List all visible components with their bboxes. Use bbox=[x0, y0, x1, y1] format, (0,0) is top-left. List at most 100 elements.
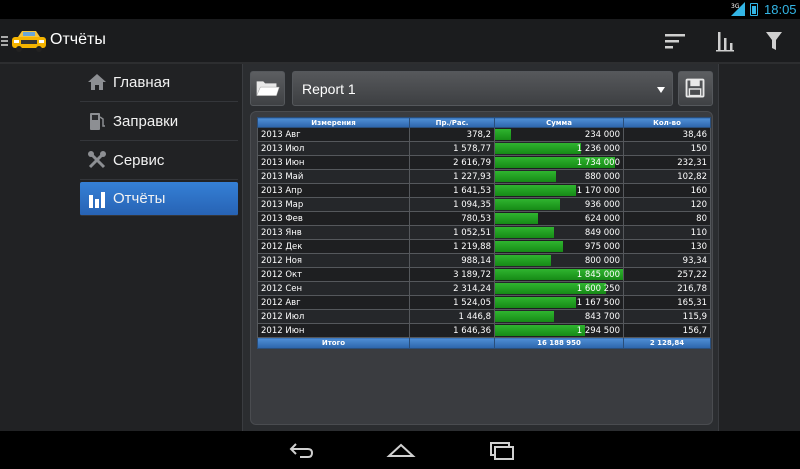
cell-qty: 120 bbox=[623, 197, 711, 212]
svg-text:3G: 3G bbox=[731, 3, 740, 10]
table-row[interactable]: 2012 Июн 1 646,36 1 294 500 156,7 bbox=[257, 323, 711, 338]
sum-value: 843 700 bbox=[584, 311, 620, 322]
total-qty: 2 128,84 bbox=[623, 337, 711, 349]
table-row[interactable]: 2012 Сен 2 314,24 1 600 250 216,78 bbox=[257, 281, 711, 296]
cell-qty: 130 bbox=[623, 239, 711, 254]
battery-icon bbox=[750, 3, 758, 16]
sum-value: 975 000 bbox=[584, 241, 620, 252]
sidebar-item-label: Отчёты bbox=[113, 190, 166, 207]
cell-rate: 1 646,36 bbox=[409, 323, 495, 338]
cell-sum: 1 294 500 bbox=[494, 323, 624, 338]
total-label: Итого bbox=[257, 337, 410, 349]
back-icon[interactable] bbox=[286, 440, 316, 460]
table-row[interactable]: 2012 Авг 1 524,05 1 167 500 165,31 bbox=[257, 295, 711, 310]
table-row[interactable]: 2013 Июл 1 578,77 1 236 000 150 bbox=[257, 141, 711, 156]
sidebar-item-fuel[interactable]: Заправки bbox=[80, 103, 238, 141]
cell-rate: 2 314,24 bbox=[409, 281, 495, 296]
sum-value: 1 294 500 bbox=[576, 325, 620, 336]
table-row[interactable]: 2012 Дек 1 219,88 975 000 130 bbox=[257, 239, 711, 254]
sidebar: Главная Заправки Сервис Отчёты bbox=[80, 64, 240, 431]
table-row[interactable]: 2012 Июл 1 446,8 843 700 115,9 bbox=[257, 309, 711, 324]
table-row[interactable]: 2012 Ноя 988,14 800 000 93,34 bbox=[257, 253, 711, 268]
recent-apps-icon[interactable] bbox=[486, 440, 516, 460]
column-header-dimension[interactable]: Измерения bbox=[257, 117, 410, 128]
table-row[interactable]: 2013 Фев 780,53 624 000 80 bbox=[257, 211, 711, 226]
cell-dimension: 2013 Июл bbox=[257, 141, 410, 156]
sum-value: 1 236 000 bbox=[576, 143, 620, 154]
cell-rate: 1 641,53 bbox=[409, 183, 495, 198]
table-row[interactable]: 2013 Май 1 227,93 880 000 102,82 bbox=[257, 169, 711, 184]
system-nav-bar bbox=[0, 431, 800, 469]
column-header-sum[interactable]: Сумма bbox=[494, 117, 624, 128]
report-panel: Report 1 Измерения Пр./Рас. Сумма Кол-во… bbox=[242, 64, 719, 431]
sum-value: 1 845 000 bbox=[576, 269, 620, 280]
filter-icon[interactable] bbox=[761, 28, 789, 54]
cell-rate: 1 578,77 bbox=[409, 141, 495, 156]
table-row[interactable]: 2013 Авг 378,2 234 000 38,46 bbox=[257, 127, 711, 142]
cell-rate: 780,53 bbox=[409, 211, 495, 226]
cell-sum: 234 000 bbox=[494, 127, 624, 142]
cell-sum: 800 000 bbox=[494, 253, 624, 268]
cell-dimension: 2013 Янв bbox=[257, 225, 410, 240]
cell-sum: 1 170 000 bbox=[494, 183, 624, 198]
action-bar: Отчёты bbox=[0, 19, 800, 64]
table-row[interactable]: 2012 Окт 3 189,72 1 845 000 257,22 bbox=[257, 267, 711, 282]
sum-value: 800 000 bbox=[584, 255, 620, 266]
table-header-row: Измерения Пр./Рас. Сумма Кол-во bbox=[257, 117, 711, 128]
sidebar-item-reports[interactable]: Отчёты bbox=[80, 182, 238, 216]
home-button-icon[interactable] bbox=[386, 440, 416, 460]
table-row[interactable]: 2013 Июн 2 616,79 1 734 000 232,31 bbox=[257, 155, 711, 170]
report-select[interactable]: Report 1 bbox=[292, 71, 673, 106]
cell-rate: 988,14 bbox=[409, 253, 495, 268]
table-row[interactable]: 2013 Янв 1 052,51 849 000 110 bbox=[257, 225, 711, 240]
chart-icon[interactable] bbox=[711, 28, 739, 54]
cell-qty: 110 bbox=[623, 225, 711, 240]
cell-dimension: 2012 Июн bbox=[257, 323, 410, 338]
sum-value: 1 170 000 bbox=[576, 185, 620, 196]
cell-rate: 1 052,51 bbox=[409, 225, 495, 240]
sum-value: 234 000 bbox=[584, 129, 620, 140]
save-report-button[interactable] bbox=[678, 71, 713, 106]
drawer-indicator-icon[interactable] bbox=[1, 36, 8, 48]
sum-value: 936 000 bbox=[584, 199, 620, 210]
column-header-qty[interactable]: Кол-во bbox=[623, 117, 711, 128]
total-rate bbox=[409, 337, 495, 349]
cell-qty: 80 bbox=[623, 211, 711, 226]
save-disk-icon bbox=[685, 78, 705, 98]
table-total-row: Итого 16 188 950 2 128,84 bbox=[257, 337, 711, 349]
cell-qty: 38,46 bbox=[623, 127, 711, 142]
sidebar-item-service[interactable]: Сервис bbox=[80, 142, 238, 180]
cell-rate: 1 219,88 bbox=[409, 239, 495, 254]
sum-value: 1 600 250 bbox=[576, 283, 620, 294]
page-title: Отчёты bbox=[50, 31, 106, 48]
cell-qty: 160 bbox=[623, 183, 711, 198]
app-logo-taxi-icon[interactable] bbox=[10, 28, 48, 54]
report-select-value: Report 1 bbox=[302, 81, 356, 97]
home-icon bbox=[88, 74, 106, 90]
cell-dimension: 2013 Май bbox=[257, 169, 410, 184]
report-table-panel: Измерения Пр./Рас. Сумма Кол-во 2013 Авг… bbox=[250, 111, 713, 425]
cell-dimension: 2012 Сен bbox=[257, 281, 410, 296]
sidebar-item-home[interactable]: Главная bbox=[80, 64, 238, 102]
cell-rate: 1 227,93 bbox=[409, 169, 495, 184]
table-row[interactable]: 2013 Апр 1 641,53 1 170 000 160 bbox=[257, 183, 711, 198]
sort-icon[interactable] bbox=[662, 28, 690, 54]
status-bar: 3G 18:05 bbox=[0, 0, 800, 19]
column-header-rate[interactable]: Пр./Рас. bbox=[409, 117, 495, 128]
open-report-button[interactable] bbox=[250, 71, 285, 106]
cell-rate: 1 094,35 bbox=[409, 197, 495, 212]
cell-dimension: 2013 Июн bbox=[257, 155, 410, 170]
sum-value: 1 734 000 bbox=[576, 157, 620, 168]
folder-icon bbox=[256, 81, 280, 96]
cell-sum: 1 845 000 bbox=[494, 267, 624, 282]
sum-value: 624 000 bbox=[584, 213, 620, 224]
cell-sum: 975 000 bbox=[494, 239, 624, 254]
chevron-down-icon bbox=[657, 87, 665, 93]
report-table: Измерения Пр./Рас. Сумма Кол-во 2013 Авг… bbox=[257, 117, 711, 349]
cell-qty: 156,7 bbox=[623, 323, 711, 338]
cell-dimension: 2012 Авг bbox=[257, 295, 410, 310]
table-row[interactable]: 2013 Мар 1 094,35 936 000 120 bbox=[257, 197, 711, 212]
cell-rate: 1 524,05 bbox=[409, 295, 495, 310]
cell-dimension: 2013 Авг bbox=[257, 127, 410, 142]
cell-dimension: 2013 Апр bbox=[257, 183, 410, 198]
